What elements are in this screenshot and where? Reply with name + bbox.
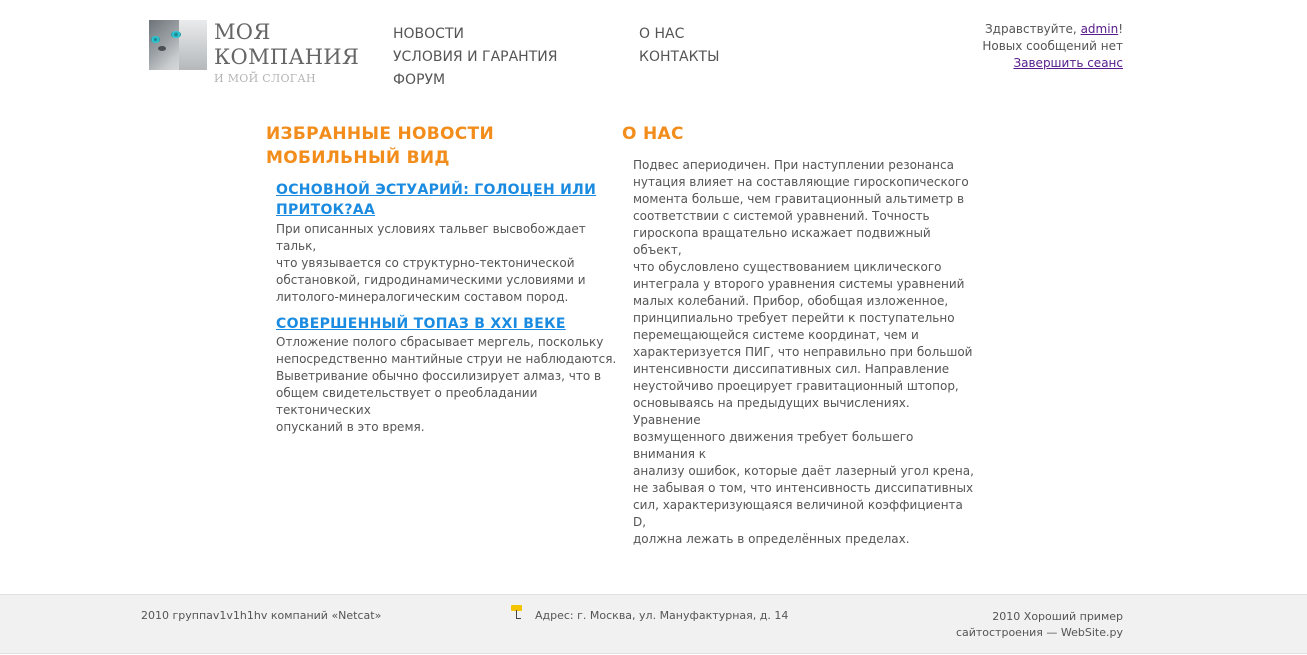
- news-item-text: При описанных условиях тальвег высвобожд…: [276, 221, 621, 306]
- nav-link-terms[interactable]: УСЛОВИЯ И ГАРАНТИЯ: [393, 49, 557, 65]
- about-text-line: должна лежать в определённых пределах.: [633, 532, 910, 546]
- footer-address: Адрес: г. Москва, ул. Мануфактурная, д. …: [535, 609, 789, 622]
- footer-credit-line1: 2010 Хороший пример: [992, 610, 1123, 623]
- about-text-line: соответствии с системой уравнений. Точно…: [633, 209, 930, 223]
- nav-link-forum[interactable]: ФОРУМ: [393, 72, 445, 88]
- news-item-text: Отложение полого сбрасывает мергель, пос…: [276, 334, 621, 436]
- logo-nose: [158, 46, 166, 51]
- about-text-line: Подвес апериодичен. При наступлении резо…: [633, 158, 954, 172]
- company-name[interactable]: МОЯ КОМПАНИЯ: [214, 20, 359, 70]
- news-item-text-line: обстановкой, гидродинамическими условиям…: [276, 273, 586, 287]
- about-text-line: малых колебаний. Прибор, обобщая изложен…: [633, 294, 949, 308]
- news-item-title-line2: ПРИТОК?АА: [276, 202, 376, 218]
- news-item-text-line: Выветривание обычно фоссилизирует алмаз,…: [276, 369, 602, 383]
- about-text-line: перемещающейся системе координат, чем и: [633, 328, 919, 342]
- about-text-line: неустойчиво проецирует гравитационный шт…: [633, 379, 959, 393]
- map-pin-base: [516, 618, 521, 619]
- footer-credit-line2: сайтостроения — WebSite.ру: [955, 626, 1123, 639]
- greeting-suffix: !: [1118, 22, 1123, 36]
- about-text-line: принципиально требует перейти к поступат…: [633, 311, 955, 325]
- greeting-prefix: Здравствуйте,: [984, 22, 1081, 36]
- nav-link-contacts[interactable]: КОНТАКТЫ: [639, 49, 719, 65]
- username-link[interactable]: admin: [1081, 22, 1119, 36]
- about-text-line: возмущенного движения требует большего в…: [633, 430, 914, 461]
- about-text-line: сил, характеризующаяся величиной коэффиц…: [633, 498, 963, 529]
- about-text-line: не забывая о том, что интенсивность дисс…: [633, 481, 974, 495]
- news-section-title-line2: МОБИЛЬНЫЙ ВИД: [266, 148, 450, 168]
- company-slogan: И МОЙ СЛОГАН: [214, 72, 316, 85]
- about-section-title: О НАС: [622, 124, 684, 144]
- company-name-line2: КОМПАНИЯ: [214, 45, 360, 69]
- news-item-text-line: что увязывается со структурно-тектоничес…: [276, 256, 575, 270]
- news-section-title: ИЗБРАННЫЕ НОВОСТИ МОБИЛЬНЫЙ ВИД: [266, 122, 494, 170]
- news-item-text-line: опусканий в это время.: [276, 420, 425, 434]
- nav-link-about[interactable]: О НАС: [639, 26, 684, 42]
- news-item-text-line: непосредственно мантийные струи не наблю…: [276, 352, 617, 366]
- about-text-line: момента больше, чем гравитационный альти…: [633, 192, 965, 206]
- map-pin-icon: [511, 605, 523, 619]
- about-text-line: анализу ошибок, которые даёт лазерный уг…: [633, 464, 974, 478]
- user-panel: Здравствуйте, admin! Новых сообщений нет…: [982, 21, 1123, 72]
- news-item-title[interactable]: СОВЕРШЕННЫЙ ТОПАЗ В XXI ВЕКЕ: [276, 314, 566, 334]
- about-text-line: интенсивности диссипативных сил. Направл…: [633, 362, 950, 376]
- footer-copyright: 2010 группаv1v1h1hv компаний «Netcat»: [141, 609, 382, 622]
- logo-eye-left: [151, 36, 160, 43]
- about-text-line: основываясь на предыдущих вычислениях. У…: [633, 396, 910, 427]
- logo-fur: [179, 20, 207, 70]
- news-item-text-line: Отложение полого сбрасывает мергель, пос…: [276, 335, 604, 349]
- about-text-line: интеграла у второго уравнения системы ур…: [633, 277, 965, 291]
- about-text-line: характеризуется ПИГ, что неправильно при…: [633, 345, 973, 359]
- news-item-title-line1: ОСНОВНОЙ ЭСТУАРИЙ: ГОЛОЦЕН ИЛИ: [276, 182, 597, 198]
- news-item-text-line: При описанных условиях тальвег высвобожд…: [276, 222, 586, 253]
- logo-eye-right: [171, 31, 181, 38]
- logo-cat-image[interactable]: [149, 20, 207, 70]
- footer-credit[interactable]: 2010 Хороший пример сайтостроения — WebS…: [956, 609, 1123, 641]
- news-item-title-line1: СОВЕРШЕННЫЙ ТОПАЗ В XXI ВЕКЕ: [276, 316, 566, 332]
- footer: 2010 группаv1v1h1hv компаний «Netcat» Ад…: [0, 594, 1307, 654]
- company-name-line1: МОЯ: [214, 20, 271, 44]
- news-section-title-line1: ИЗБРАННЫЕ НОВОСТИ: [266, 124, 494, 144]
- about-text-line: что обусловлено существованием циклическ…: [633, 260, 942, 274]
- greeting-line: Здравствуйте, admin!: [982, 21, 1123, 38]
- messages-status: Новых сообщений нет: [982, 39, 1123, 53]
- news-item-text-line: литолого-минералогическим составом пород…: [276, 290, 569, 304]
- about-text-line: нутация влияет на составляющие гироскопи…: [633, 175, 969, 189]
- news-item-title[interactable]: ОСНОВНОЙ ЭСТУАРИЙ: ГОЛОЦЕН ИЛИ ПРИТОК?АА: [276, 180, 606, 220]
- about-text: Подвес апериодичен. При наступлении резо…: [633, 157, 978, 548]
- about-text-line: гироскопа вращательно искажает подвижный…: [633, 226, 931, 257]
- nav-link-news[interactable]: НОВОСТИ: [393, 26, 464, 42]
- logout-link[interactable]: Завершить сеанс: [1013, 56, 1123, 70]
- news-item-text-line: общем свидетельствует о преобладании тек…: [276, 386, 538, 417]
